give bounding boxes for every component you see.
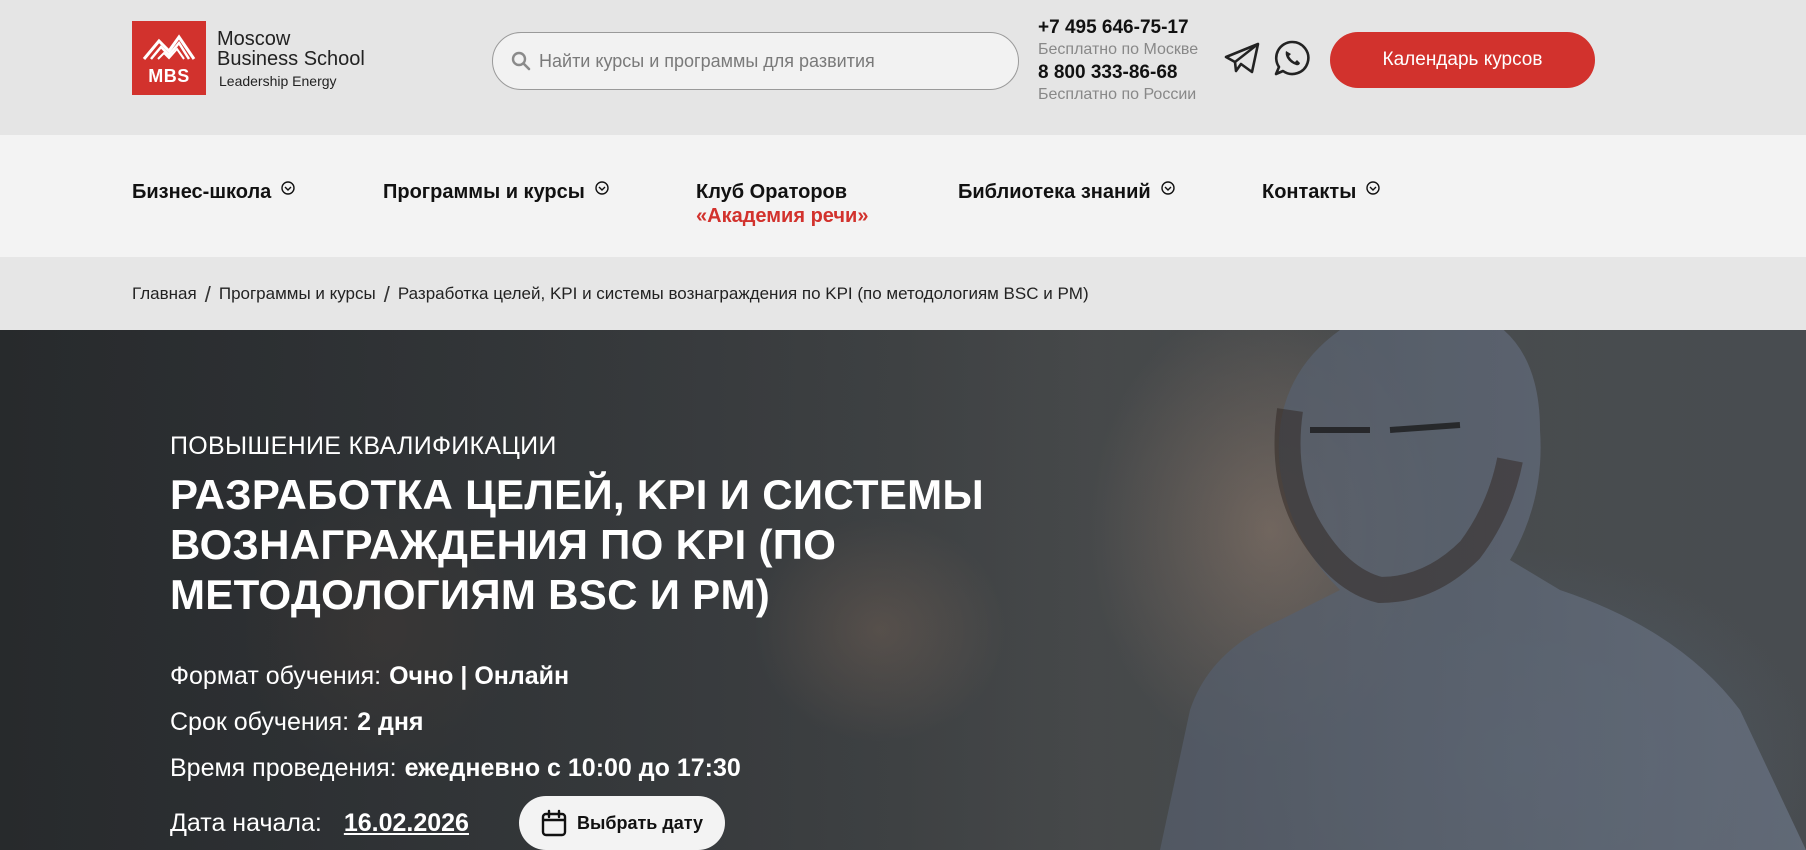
format-row: Формат обучения: Очно | Онлайн bbox=[170, 662, 569, 691]
breadcrumb-separator: / bbox=[204, 281, 211, 307]
contacts-block: +7 495 646-75-17 Бесплатно по Москве 8 8… bbox=[1038, 16, 1198, 106]
site-header: MBS Moscow Business School Leadership En… bbox=[0, 0, 1806, 135]
breadcrumb-current: Разработка целей, KPI и системы вознагра… bbox=[397, 284, 1089, 303]
time-label: Время проведения: bbox=[170, 754, 397, 782]
breadcrumb-bar: Главная / Программы и курсы / Разработка… bbox=[0, 257, 1806, 330]
nav-item-label: Библиотека знаний bbox=[958, 181, 1151, 203]
whatsapp-icon[interactable] bbox=[1273, 39, 1311, 77]
hero-title: РАЗРАБОТКА ЦЕЛЕЙ, KPI И СИСТЕМЫ ВОЗНАГРА… bbox=[170, 471, 984, 618]
breadcrumb: Главная / Программы и курсы / Разработка… bbox=[132, 281, 1089, 307]
duration-label: Срок обучения: bbox=[170, 708, 350, 736]
logo[interactable]: MBS Moscow Business School Leadership En… bbox=[132, 21, 365, 95]
phone-moscow-note: Бесплатно по Москве bbox=[1038, 41, 1199, 58]
time-value: ежедневно с 10:00 до 17:30 bbox=[404, 754, 741, 782]
nav-item-speakers-club[interactable]: Клуб Ораторов «Академия речи» bbox=[696, 180, 868, 228]
nav-item-business-school[interactable]: Бизнес-школа bbox=[132, 180, 295, 204]
logo-line-2: Business School bbox=[217, 48, 365, 70]
nav-item-label: Клуб Ораторов bbox=[696, 181, 848, 203]
time-row: Время проведения: ежедневно с 10:00 до 17… bbox=[170, 754, 741, 783]
start-date-label: Дата начала: bbox=[170, 809, 322, 837]
chevron-down-icon bbox=[1160, 181, 1175, 195]
search-box[interactable] bbox=[492, 32, 1019, 90]
start-date-row: Дата начала: 16.02.2026 bbox=[170, 809, 469, 838]
start-date-link[interactable]: 16.02.2026 bbox=[344, 809, 469, 837]
hero-banner: ПОВЫШЕНИЕ КВАЛИФИКАЦИИ РАЗРАБОТКА ЦЕЛЕЙ,… bbox=[0, 330, 1806, 850]
course-calendar-button[interactable]: Календарь курсов bbox=[1330, 32, 1595, 88]
chevron-down-icon bbox=[281, 181, 295, 195]
chevron-down-icon bbox=[595, 181, 609, 195]
nav-item-label: Контакты bbox=[1262, 181, 1357, 203]
nav-item-label: Бизнес-школа bbox=[132, 181, 272, 203]
format-value: Очно | Онлайн bbox=[389, 662, 570, 690]
breadcrumb-home[interactable]: Главная bbox=[132, 284, 197, 304]
logo-mark: MBS bbox=[132, 21, 206, 95]
breadcrumb-programs[interactable]: Программы и курсы bbox=[219, 284, 376, 304]
logo-line-1: Moscow bbox=[217, 28, 291, 50]
nav-item-knowledge-library[interactable]: Библиотека знаний bbox=[958, 180, 1175, 204]
phone-russia[interactable]: 8 800 333-86-68 bbox=[1038, 61, 1198, 84]
choose-date-button[interactable]: Выбрать дату bbox=[519, 796, 725, 850]
mountain-logo-icon bbox=[142, 34, 196, 60]
search-icon bbox=[511, 51, 531, 71]
phone-russia-note: Бесплатно по России bbox=[1038, 86, 1197, 103]
logo-text: Moscow Business School Leadership Energy bbox=[217, 29, 365, 88]
main-nav: Бизнес-школа Программы и курсы Клуб Орат… bbox=[0, 135, 1806, 257]
nav-item-programs[interactable]: Программы и курсы bbox=[383, 180, 609, 204]
duration-row: Срок обучения: 2 дня bbox=[170, 708, 424, 737]
duration-value: 2 дня bbox=[357, 708, 424, 736]
format-label: Формат обучения: bbox=[170, 662, 382, 690]
logo-mbs-text: MBS bbox=[148, 66, 190, 86]
telegram-icon[interactable] bbox=[1222, 38, 1262, 78]
nav-item-label: Программы и курсы bbox=[383, 181, 585, 203]
nav-item-contacts[interactable]: Контакты bbox=[1262, 180, 1381, 204]
choose-date-label: Выбрать дату bbox=[576, 812, 704, 833]
breadcrumb-separator: / bbox=[383, 281, 390, 307]
chevron-down-icon bbox=[1366, 181, 1381, 195]
logo-tagline: Leadership Energy bbox=[219, 73, 337, 89]
hero-kicker: ПОВЫШЕНИЕ КВАЛИФИКАЦИИ bbox=[170, 432, 557, 460]
search-input[interactable] bbox=[539, 50, 999, 72]
calendar-icon bbox=[541, 809, 567, 837]
nav-item-sublabel: «Академия речи» bbox=[696, 205, 869, 227]
phone-moscow[interactable]: +7 495 646-75-17 bbox=[1038, 16, 1198, 39]
